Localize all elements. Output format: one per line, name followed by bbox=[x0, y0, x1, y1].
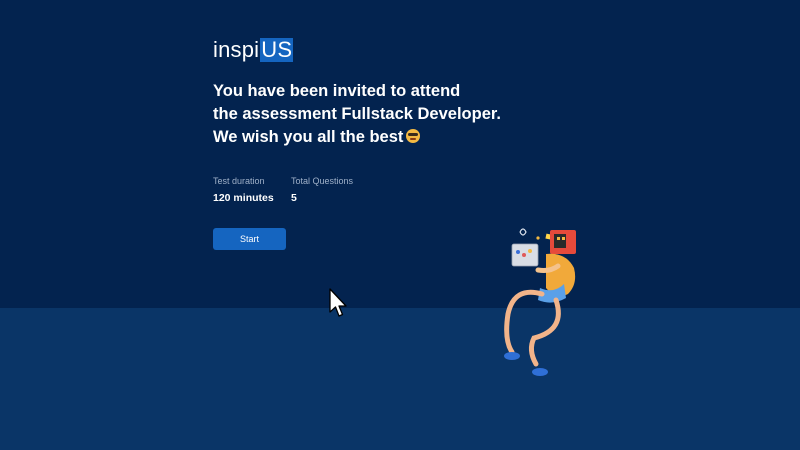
inspius-logo: inspi US bbox=[213, 36, 294, 62]
invitation-page: inspi US You have been invited to attend … bbox=[0, 0, 800, 450]
test-duration-stat: Test duration 120 minutes bbox=[213, 175, 274, 205]
invitation-headline: You have been invited to attend the asse… bbox=[213, 80, 553, 149]
mouse-pointer-icon bbox=[329, 288, 347, 317]
test-duration-value: 120 minutes bbox=[213, 192, 274, 204]
test-duration-label: Test duration bbox=[213, 176, 265, 186]
total-questions-stat: Total Questions 5 bbox=[291, 175, 353, 205]
total-questions-value: 5 bbox=[291, 192, 297, 204]
lower-background-band bbox=[0, 308, 800, 450]
star-struck-face-icon bbox=[406, 129, 421, 143]
person-with-laptop-illustration bbox=[504, 228, 576, 376]
headline-line-1: You have been invited to attend bbox=[213, 82, 461, 100]
headline-line-3-row: We wish you all the best bbox=[213, 126, 553, 149]
logo-accent-text: US bbox=[260, 37, 294, 62]
total-questions-label: Total Questions bbox=[291, 176, 354, 186]
headline-line-2: the assessment Fullstack Developer. bbox=[213, 105, 501, 123]
start-button[interactable]: Start bbox=[213, 228, 286, 250]
headline-line-3: We wish you all the best bbox=[213, 128, 404, 146]
logo-text: inspi bbox=[213, 37, 260, 62]
